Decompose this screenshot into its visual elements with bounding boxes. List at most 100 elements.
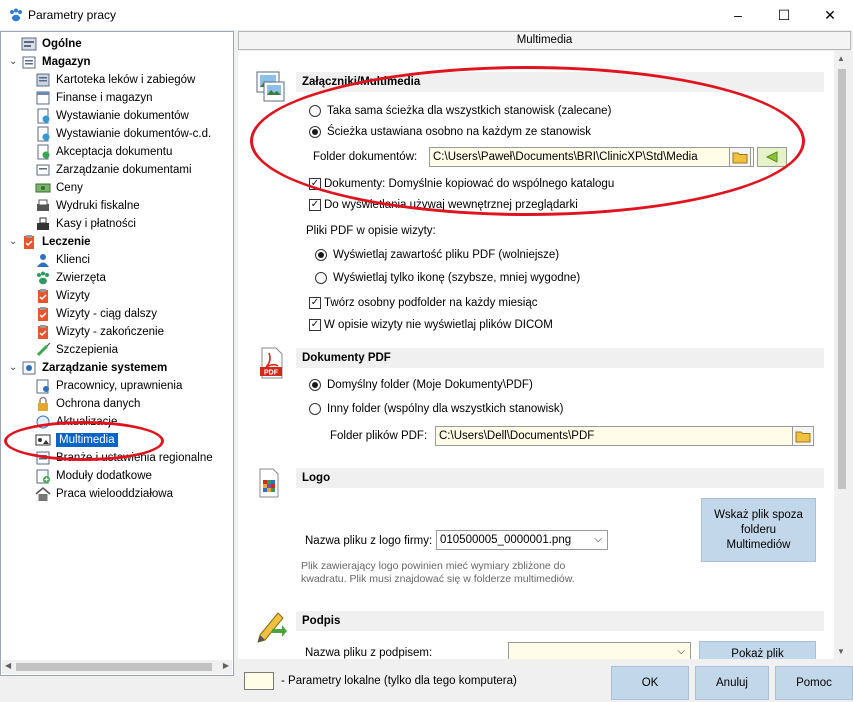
tree-item-label: Leczenie: [42, 236, 91, 248]
scroll-down-icon[interactable]: ▼: [837, 647, 845, 656]
radio-separate-path-option[interactable]: Ścieżka ustawiana osobno na każdym ze st…: [309, 126, 591, 138]
scroll-left-icon[interactable]: ◀: [5, 661, 11, 670]
logo-file-value: 010500005_0000001.png: [440, 534, 572, 546]
tree-item-zarzadzanie-dok[interactable]: Zarządzanie dokumentami: [35, 161, 192, 179]
signature-file-combo[interactable]: ⌵: [508, 642, 691, 659]
tree-item-label: Akceptacja dokumentu: [56, 146, 173, 158]
browse-logo-button[interactable]: Wskaż plik spoza folderu Multimediów: [701, 498, 816, 562]
check-viewer-checkbox[interactable]: ✓: [309, 199, 321, 211]
document-issue-icon: [37, 108, 50, 124]
radio-same-path[interactable]: [309, 105, 321, 117]
radio-other-folder-option[interactable]: Inny folder (wspólny dla wszystkich stan…: [309, 403, 563, 415]
modules-icon: [36, 469, 50, 484]
tree-item-label: Szczepienia: [56, 344, 119, 356]
minimize-button[interactable]: –: [715, 0, 761, 30]
check-viewer-option[interactable]: ✓ Do wyświetlania używaj wewnętrznej prz…: [309, 199, 578, 211]
radio-same-path-option[interactable]: Taka sama ścieżka dla wszystkich stanowi…: [309, 105, 611, 117]
show-signature-button[interactable]: Pokaż plik: [699, 641, 816, 659]
tree-item-zwierzeta[interactable]: Zwierzęta: [35, 269, 106, 287]
tree-item-ceny[interactable]: Ceny: [35, 179, 83, 197]
tree-item-wydruki[interactable]: Wydruki fiskalne: [35, 197, 140, 215]
tree-item-finanse[interactable]: Finanse i magazyn: [35, 89, 153, 107]
tree-item-leczenie[interactable]: Leczenie: [21, 233, 91, 251]
collapse-magazyn-toggle[interactable]: ⌄: [9, 57, 19, 67]
documents-folder-field[interactable]: C:\Users\Paweł\Documents\BRI\ClinicXP\St…: [429, 147, 754, 167]
tree-horizontal-scrollbar[interactable]: ◀ ▶: [2, 660, 232, 674]
warehouse-icon: [22, 56, 36, 69]
document-accept-icon: [37, 144, 50, 160]
system-settings-icon: [22, 361, 36, 375]
cash-register-icon: [37, 217, 49, 230]
tree-item-wystawianie[interactable]: Wystawianie dokumentów: [35, 107, 189, 125]
check-copy-checkbox[interactable]: ✓: [309, 178, 321, 190]
pdf-folder-field[interactable]: C:\Users\Dell\Documents\PDF: [435, 426, 793, 446]
tree-item-praca-wielooddzialowa[interactable]: Praca wielooddziałowa: [35, 485, 173, 503]
scroll-up-icon[interactable]: ▲: [837, 54, 845, 63]
radio-show-content[interactable]: [315, 249, 327, 261]
scroll-thumb[interactable]: [16, 663, 212, 671]
tree-item-kasy[interactable]: Kasy i płatności: [35, 215, 136, 233]
tree-item-wizyty-zak[interactable]: Wizyty - zakończenie: [35, 323, 164, 341]
update-icon: [36, 415, 50, 429]
scroll-right-icon[interactable]: ▶: [223, 661, 229, 670]
settings-tree[interactable]: ⌄ ⌄ ⌄ Ogólne Magazyn Kartoteka leków i z…: [0, 31, 234, 676]
collapse-leczenie-toggle[interactable]: ⌄: [9, 237, 19, 247]
lock-icon: [38, 396, 48, 411]
help-button[interactable]: Pomoc: [775, 666, 853, 700]
pencil-icon: [257, 612, 287, 643]
prices-icon: [35, 183, 51, 193]
tree-item-moduly[interactable]: Moduły dodatkowe: [35, 467, 152, 485]
tree-item-akceptacja[interactable]: Akceptacja dokumentu: [35, 143, 172, 161]
visits-cont-icon: [38, 307, 48, 321]
ok-button[interactable]: OK: [611, 666, 689, 700]
visits-end-icon: [38, 325, 48, 339]
radio-default-folder[interactable]: [309, 379, 321, 391]
regional-icon: [36, 451, 50, 465]
tree-item-klienci[interactable]: Klienci: [35, 251, 90, 269]
tree-item-ogolne[interactable]: Ogólne: [21, 35, 82, 53]
check-dicom-option[interactable]: ✓ W opisie wizyty nie wyświetlaj plików …: [309, 319, 553, 331]
check-subfolder-checkbox[interactable]: ✓: [309, 297, 321, 309]
logo-section-title: Logo: [296, 468, 824, 488]
scroll-thumb[interactable]: [838, 69, 846, 489]
browse-folder-button[interactable]: [729, 147, 751, 167]
tree-item-kartoteka[interactable]: Kartoteka leków i zabiegów: [35, 71, 195, 89]
radio-show-content-option[interactable]: Wyświetlaj zawartość pliku PDF (wolniejs…: [315, 249, 559, 261]
check-copy-option[interactable]: ✓ Dokumenty: Domyślnie kopiować do wspól…: [309, 178, 614, 190]
cancel-button[interactable]: Anuluj: [695, 666, 769, 700]
tree-item-label: Ogólne: [42, 38, 82, 50]
maximize-button[interactable]: ☐: [761, 0, 807, 30]
paw-icon: [37, 271, 49, 285]
signature-section-title: Podpis: [296, 611, 824, 631]
tree-item-magazyn[interactable]: Magazyn: [21, 53, 91, 71]
browse-pdf-folder-button[interactable]: [792, 426, 814, 446]
tree-item-wystawianie-cd[interactable]: Wystawianie dokumentów-c.d.: [35, 125, 211, 143]
tree-item-szczepienia[interactable]: Szczepienia: [35, 341, 118, 359]
check-dicom-checkbox[interactable]: ✓: [309, 319, 321, 331]
tree-item-wizyty-cd[interactable]: Wizyty - ciąg dalszy: [35, 305, 157, 323]
radio-other-folder[interactable]: [309, 403, 321, 415]
check-subfolder-option[interactable]: ✓ Twórz osobny podfolder na każdy miesią…: [309, 297, 538, 309]
apply-path-button[interactable]: [757, 147, 787, 167]
tree-item-pracownicy[interactable]: Pracownicy, uprawnienia: [35, 377, 182, 395]
radio-default-folder-option[interactable]: Domyślny folder (Moje Dokumenty\PDF): [309, 379, 533, 391]
check-copy-label: Dokumenty: Domyślnie kopiować do wspólne…: [324, 178, 615, 190]
tree-item-multimedia[interactable]: Multimedia: [35, 431, 118, 449]
tree-item-branze[interactable]: Branże i ustawienia regionalne: [35, 449, 213, 467]
tree-item-wizyty[interactable]: Wizyty: [35, 287, 90, 305]
house-icon: [35, 486, 51, 501]
radio-separate-path[interactable]: [309, 126, 321, 138]
fiscal-printer-icon: [37, 199, 49, 211]
panel-vertical-scrollbar[interactable]: ▲ ▼: [834, 51, 850, 659]
tree-item-zarzadzanie-systemem[interactable]: Zarządzanie systemem: [21, 359, 167, 377]
svg-text:PDF: PDF: [264, 370, 279, 377]
collapse-zarzadzanie-toggle[interactable]: ⌄: [9, 363, 19, 373]
tree-item-label: Ceny: [56, 182, 83, 194]
tree-item-ochrona[interactable]: Ochrona danych: [35, 395, 140, 413]
radio-show-icon-option[interactable]: Wyświetlaj tylko ikonę (szybsze, mniej w…: [315, 272, 580, 284]
logo-file-combo[interactable]: 010500005_0000001.png ⌵: [436, 530, 608, 550]
close-button[interactable]: ✕: [807, 0, 853, 30]
tree-item-aktualizacje[interactable]: Aktualizacje: [35, 413, 117, 431]
attachments-section-title: Załączniki/Multimedia: [296, 72, 824, 92]
radio-show-icon[interactable]: [315, 272, 327, 284]
